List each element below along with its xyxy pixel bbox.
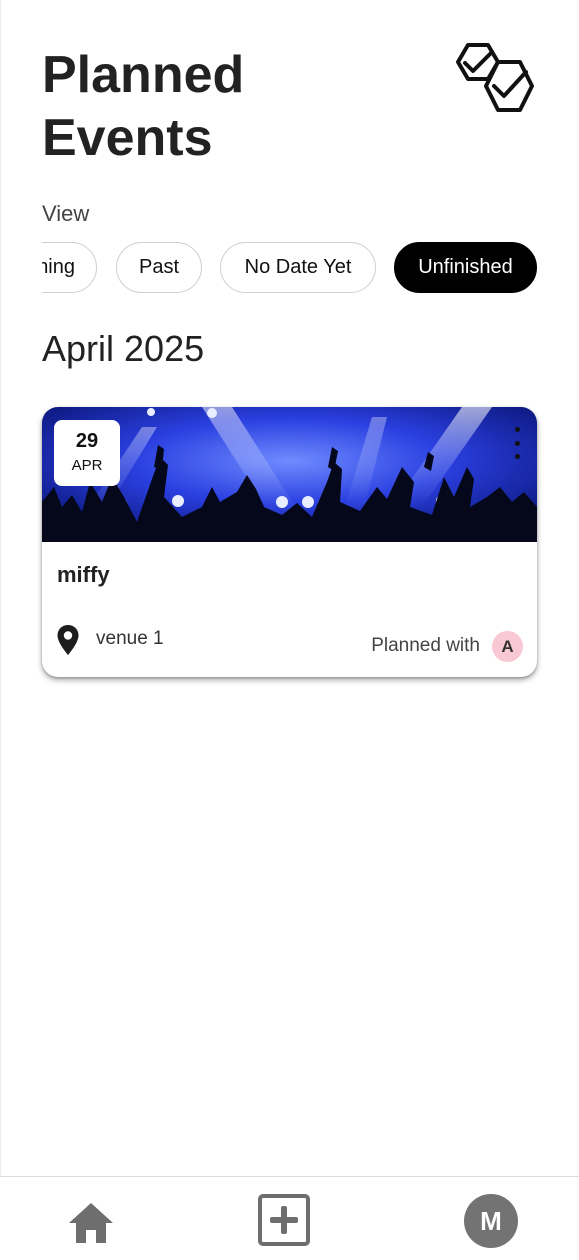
filter-chips[interactable]: ning Past No Date Yet Unfinished bbox=[42, 242, 562, 294]
event-name: miffy bbox=[57, 562, 110, 587]
more-dot bbox=[514, 427, 520, 432]
filter-chip-unfinished[interactable]: Unfinished bbox=[394, 242, 537, 293]
bottom-nav: M bbox=[0, 1176, 579, 1260]
filter-chip-past[interactable]: Past bbox=[116, 242, 202, 293]
page-title-line-2: Events bbox=[42, 109, 213, 167]
more-dot bbox=[514, 454, 520, 459]
event-card[interactable]: 29 APR miffy venue 1 Planned with A bbox=[42, 407, 537, 677]
participant-avatar[interactable]: A bbox=[492, 631, 523, 662]
filter-chip-past-label: Past bbox=[138, 256, 180, 278]
hexagon-checkmarks-logo-icon bbox=[456, 43, 534, 112]
filter-chip-upcoming-label: ning bbox=[42, 256, 75, 278]
event-date-month: APR bbox=[71, 457, 103, 474]
month-heading: April 2025 bbox=[42, 328, 205, 369]
page-title-line-1: Planned bbox=[42, 46, 245, 104]
view-label: View bbox=[42, 201, 90, 226]
event-date-day: 29 bbox=[75, 430, 99, 452]
filter-chip-no-date-yet[interactable]: No Date Yet bbox=[220, 242, 376, 293]
filter-chip-unfinished-label: Unfinished bbox=[418, 256, 513, 278]
plus-square-icon[interactable] bbox=[257, 1193, 311, 1247]
event-venue: venue 1 bbox=[96, 628, 164, 649]
home-icon[interactable] bbox=[67, 1201, 115, 1245]
event-date-badge: 29 APR bbox=[54, 420, 120, 486]
planned-with-label: Planned with bbox=[371, 635, 480, 656]
screen-edge bbox=[0, 0, 1, 1260]
more-dot bbox=[514, 440, 520, 446]
profile-avatar[interactable]: M bbox=[464, 1194, 518, 1248]
filter-chip-upcoming[interactable]: ning bbox=[42, 242, 97, 293]
filter-chip-no-date-yet-label: No Date Yet bbox=[244, 256, 352, 278]
page-title: Planned Events bbox=[42, 44, 402, 170]
planned-events-screen: Planned Events View ning Past No Date Ye… bbox=[0, 0, 579, 1260]
more-vertical-icon[interactable] bbox=[509, 427, 525, 459]
map-pin-icon bbox=[57, 625, 79, 655]
